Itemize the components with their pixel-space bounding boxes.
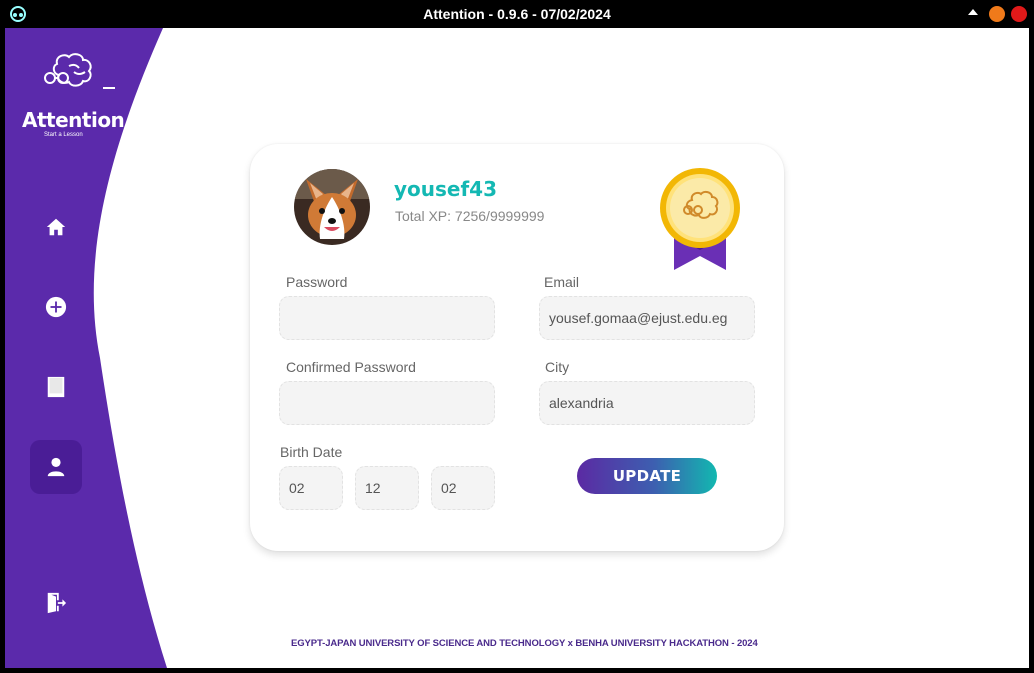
title-bar: Attention - 0.9.6 - 07/02/2024 (0, 0, 1034, 28)
brand-name: Attention (22, 108, 125, 132)
sidebar-item-logout[interactable] (30, 576, 82, 630)
total-xp: Total XP: 7256/9999999 (395, 208, 545, 224)
profile-card: yousef43 Total XP: 7256/9999999 Password… (250, 144, 784, 551)
password-label: Password (286, 274, 348, 290)
footer-credits: EGYPT-JAPAN UNIVERSITY OF SCIENCE AND TE… (291, 638, 758, 649)
home-icon (46, 218, 66, 236)
minimize-button[interactable] (989, 6, 1005, 22)
logout-icon (47, 592, 67, 614)
confirm-password-label: Confirmed Password (286, 359, 416, 375)
birth-month-field[interactable]: 12 (355, 466, 419, 510)
maximize-button[interactable] (968, 9, 978, 15)
brand-tagline: Start a Lesson (44, 132, 83, 138)
sidebar-item-home[interactable] (30, 200, 82, 254)
sidebar-item-new-lesson[interactable] (30, 280, 82, 334)
corgi-avatar-image (294, 169, 370, 245)
avatar (294, 169, 370, 245)
book-icon (47, 376, 65, 398)
email-field[interactable]: yousef.gomaa@ejust.edu.eg (539, 296, 755, 340)
window-title: Attention - 0.9.6 - 07/02/2024 (423, 6, 611, 22)
sidebar-item-lessons[interactable] (30, 360, 82, 414)
city-label: City (545, 359, 570, 375)
birth-day-field[interactable]: 02 (279, 466, 343, 510)
city-field[interactable]: alexandria (539, 381, 755, 425)
brain-logo-icon (44, 53, 115, 89)
plus-circle-icon (45, 296, 67, 318)
birth-date-label: Birth Date (280, 444, 343, 460)
username: yousef43 (394, 177, 498, 201)
app-window: Attention Start a Lesson yousef43 Total … (5, 28, 1029, 668)
birth-year-field[interactable]: 02 (431, 466, 495, 510)
email-label: Email (544, 274, 580, 290)
user-icon (47, 457, 65, 477)
confirm-password-field[interactable] (279, 381, 495, 425)
close-button[interactable] (1011, 6, 1027, 22)
brand-logo: Attention Start a Lesson (19, 50, 139, 138)
update-button[interactable]: UPDATE (577, 458, 717, 494)
brain-medal-icon (660, 168, 740, 270)
sidebar-item-profile[interactable] (30, 440, 82, 494)
password-field[interactable] (279, 296, 495, 340)
